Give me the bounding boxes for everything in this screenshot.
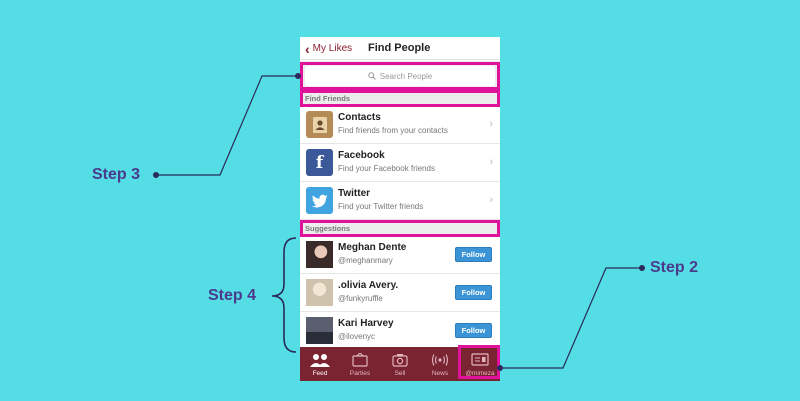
step-3-label: Step 3 xyxy=(92,166,141,183)
step-4-label: Step 4 xyxy=(208,287,257,304)
callout-dot xyxy=(153,172,159,178)
callout-lines xyxy=(158,75,642,369)
callout-dot xyxy=(497,365,503,371)
callout-dot xyxy=(295,73,301,79)
step-2-label: Step 2 xyxy=(650,259,699,276)
callout-dot xyxy=(639,265,645,271)
